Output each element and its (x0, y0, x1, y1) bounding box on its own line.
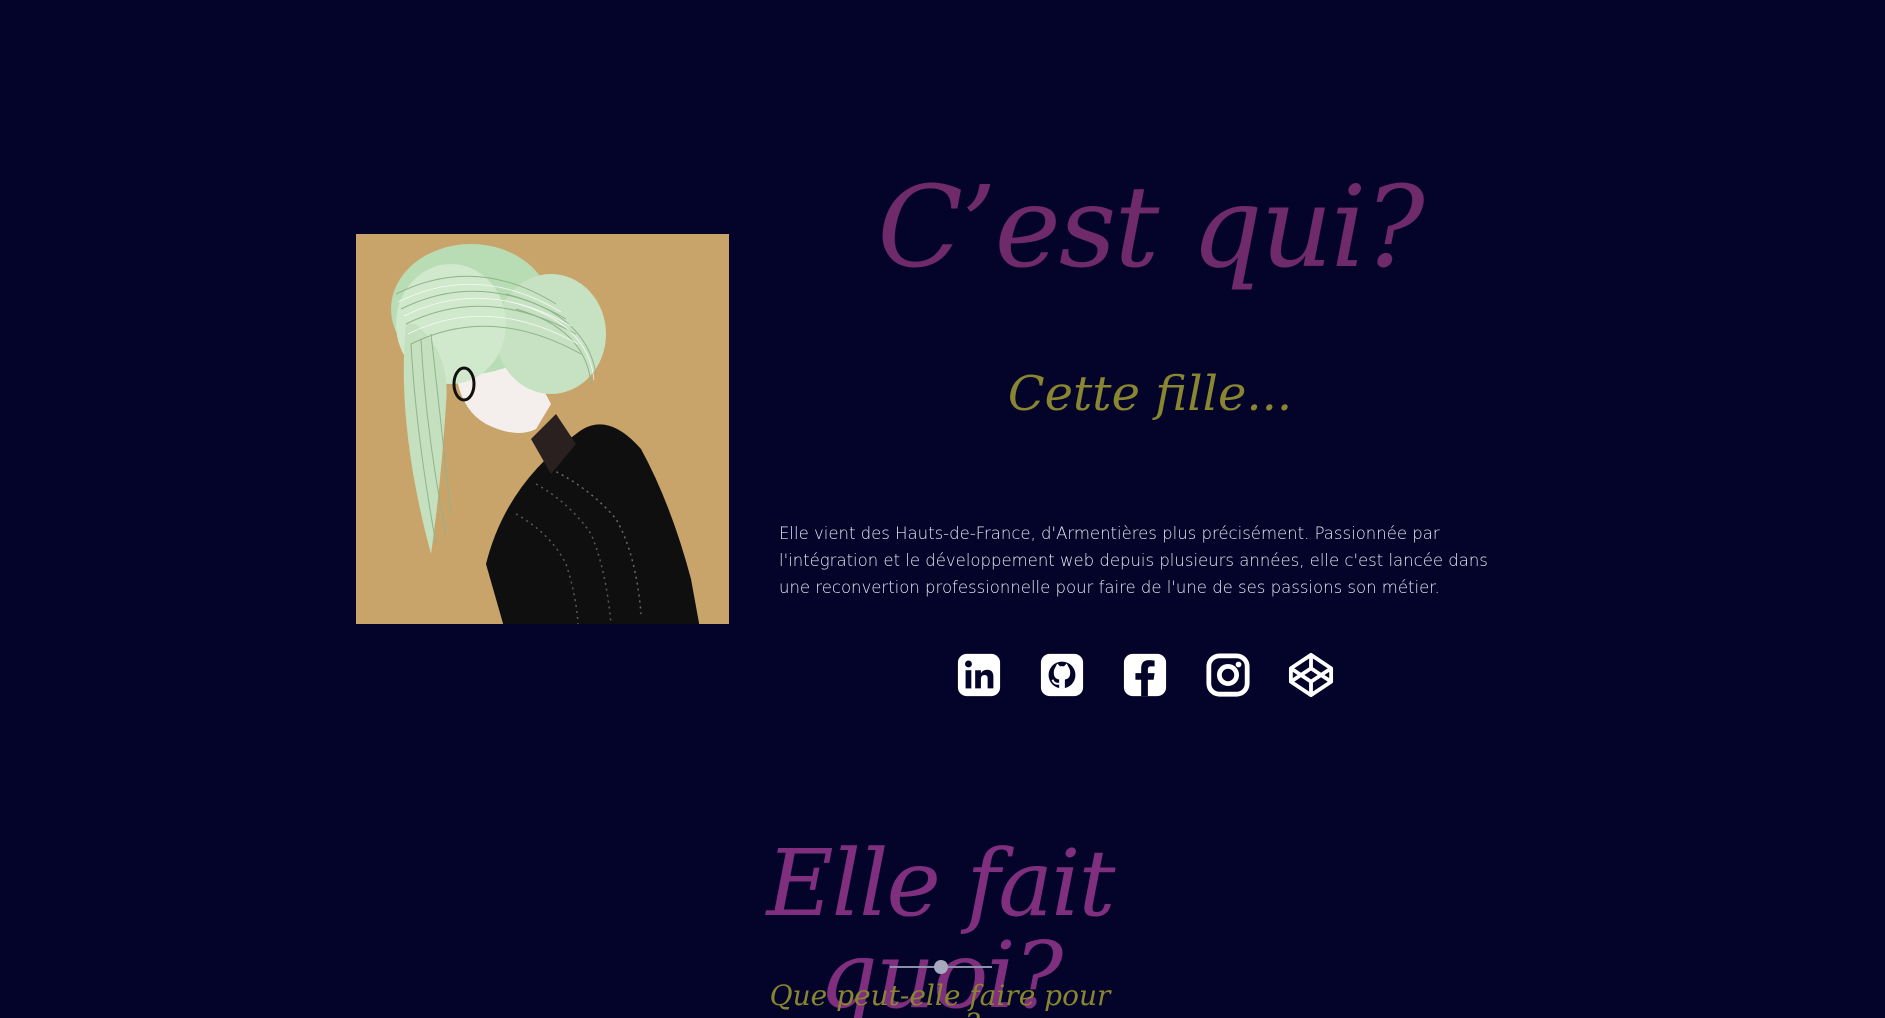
linkedin-link[interactable] (955, 651, 1003, 699)
social-links (955, 650, 1335, 700)
codepen-icon (1288, 652, 1334, 698)
about-title: C’est qui? (877, 163, 1424, 293)
codepen-link[interactable] (1287, 651, 1335, 699)
about-subtitle: Cette fille... (1007, 366, 1293, 422)
divider-dot (934, 960, 948, 974)
instagram-icon (1206, 653, 1250, 697)
github-icon (1040, 653, 1084, 697)
services-subtitle: Que peut-elle faire pour vous? (769, 979, 1111, 1018)
facebook-icon (1123, 653, 1167, 697)
github-link[interactable] (1038, 651, 1086, 699)
facebook-link[interactable] (1121, 651, 1169, 699)
instagram-link[interactable] (1204, 651, 1252, 699)
about-bio: Elle vient des Hauts-de-France, d'Arment… (779, 524, 1488, 597)
linkedin-icon (957, 653, 1001, 697)
section-divider (890, 960, 992, 974)
portrait-image (356, 234, 729, 624)
